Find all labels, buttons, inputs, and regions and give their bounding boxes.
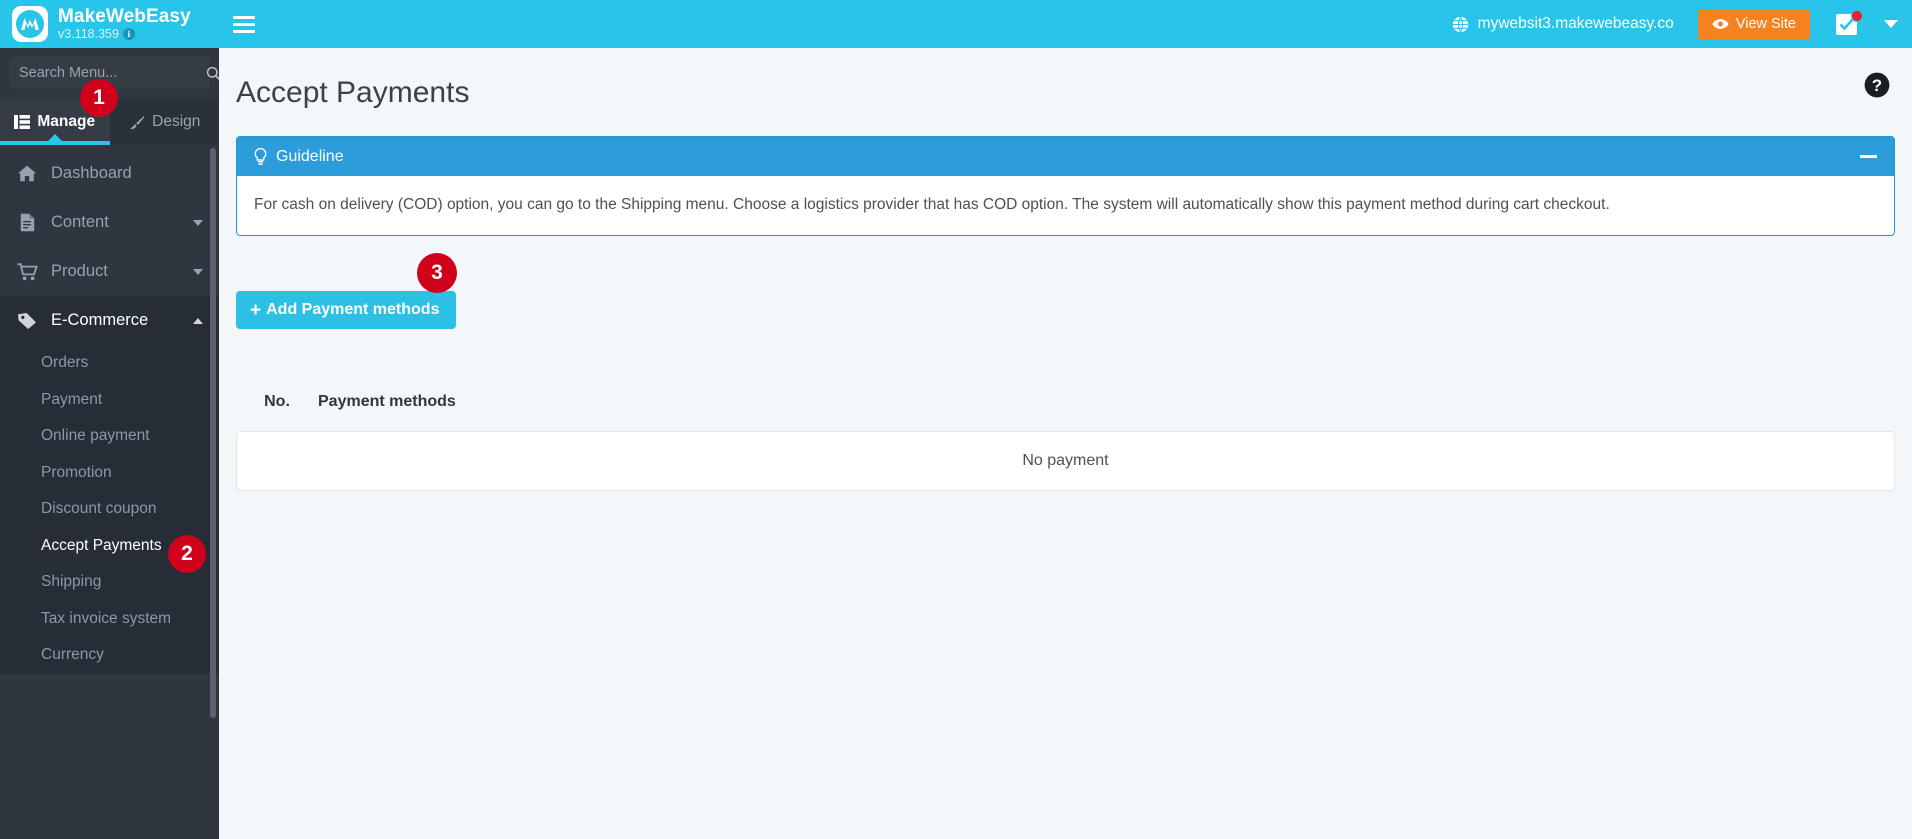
tab-active-arrow-icon — [47, 134, 62, 141]
cart-icon — [16, 262, 38, 281]
info-icon[interactable]: i — [122, 28, 135, 41]
column-header-no: No. — [264, 393, 290, 410]
add-payment-methods-button[interactable]: + Add Payment methods — [236, 291, 457, 329]
header-right-group: mywebsit3.makewebeasy.co View Site — [1452, 0, 1912, 48]
sidebar-item-product[interactable]: Product — [0, 247, 219, 296]
sidebar-item-dashboard-label: Dashboard — [51, 164, 132, 182]
submenu-item-accept-payments-label: Accept Payments — [41, 536, 162, 554]
submenu-item-currency-label: Currency — [41, 646, 104, 664]
submenu-item-payment[interactable]: Payment — [0, 382, 219, 419]
document-icon — [16, 213, 38, 232]
main-content: Accept Payments ? Guideline For cash on … — [219, 48, 1912, 839]
payment-table-empty-row: No payment — [236, 431, 1895, 491]
sidebar: Manage Design Dashboard — [0, 48, 219, 839]
collapse-minus-icon[interactable] — [1860, 155, 1877, 158]
submenu-item-currency[interactable]: Currency — [0, 637, 219, 674]
guideline-panel: Guideline For cash on delivery (COD) opt… — [236, 136, 1895, 236]
chevron-down-icon[interactable] — [193, 219, 203, 226]
page-title: Accept Payments — [236, 76, 470, 109]
submenu-item-payment-label: Payment — [41, 390, 103, 408]
hamburger-menu-icon[interactable] — [227, 7, 261, 41]
version-text: v3.118.359 — [58, 26, 119, 41]
grid-icon — [14, 115, 31, 129]
sidebar-item-dashboard[interactable]: Dashboard — [0, 149, 219, 198]
tab-design-label: Design — [152, 113, 201, 130]
top-header-bar: MakeWebEasy v3.118.359 i mywebsit3.makew… — [0, 0, 1912, 48]
view-site-button[interactable]: View Site — [1697, 8, 1810, 40]
e-commerce-submenu: Orders Payment Online payment Promotion … — [0, 345, 219, 674]
user-menu-chevron-down-icon[interactable] — [1884, 20, 1898, 28]
sidebar-nav: Dashboard Content Product E-Commerce Ord… — [0, 145, 219, 674]
help-icon[interactable]: ? — [1864, 72, 1890, 98]
chevron-down-icon[interactable] — [193, 268, 203, 275]
brand-area[interactable]: MakeWebEasy v3.118.359 i — [0, 0, 219, 48]
step-badge-3: 3 — [417, 253, 457, 293]
brand-name: MakeWebEasy — [58, 5, 191, 27]
submenu-item-discount-coupon-label: Discount coupon — [41, 500, 157, 518]
submenu-item-online-payment-label: Online payment — [41, 427, 150, 445]
submenu-item-tax-invoice-system[interactable]: Tax invoice system — [0, 601, 219, 638]
version-label: v3.118.359 i — [58, 26, 191, 41]
plus-icon: + — [250, 299, 262, 321]
guideline-body: For cash on delivery (COD) option, you c… — [254, 196, 1610, 213]
lightbulb-icon — [254, 147, 267, 165]
notification-badge-dot — [1851, 10, 1863, 22]
sidebar-item-content[interactable]: Content — [0, 198, 219, 247]
brush-icon — [130, 115, 145, 129]
sidebar-item-product-label: Product — [51, 262, 108, 280]
site-url-display[interactable]: mywebsit3.makewebeasy.co — [1452, 15, 1674, 33]
site-url-text: mywebsit3.makewebeasy.co — [1477, 15, 1674, 32]
home-icon — [16, 165, 38, 182]
chevron-up-icon[interactable] — [193, 317, 203, 324]
view-site-label: View Site — [1735, 16, 1796, 32]
submenu-item-orders[interactable]: Orders — [0, 345, 219, 382]
notifications-button[interactable] — [1836, 10, 1863, 37]
submenu-item-discount-coupon[interactable]: Discount coupon — [0, 491, 219, 528]
sidebar-item-e-commerce-label: E-Commerce — [51, 311, 149, 329]
submenu-item-orders-label: Orders — [41, 354, 89, 372]
search-input[interactable] — [19, 65, 206, 81]
sidebar-scrollbar[interactable] — [210, 148, 216, 718]
sidebar-item-content-label: Content — [51, 213, 109, 231]
svg-text:?: ? — [1872, 76, 1882, 95]
add-payment-methods-label: Add Payment methods — [266, 301, 440, 318]
tab-design[interactable]: Design — [109, 99, 219, 145]
step-badge-2: 2 — [168, 535, 206, 573]
eye-icon — [1712, 19, 1729, 29]
submenu-item-promotion[interactable]: Promotion — [0, 455, 219, 492]
payment-table-header: No. Payment methods — [236, 386, 1895, 418]
submenu-item-online-payment[interactable]: Online payment — [0, 418, 219, 455]
globe-icon — [1452, 16, 1468, 33]
step-badge-1: 1 — [80, 79, 118, 117]
submenu-item-shipping-label: Shipping — [41, 573, 102, 591]
search-icon[interactable] — [206, 66, 219, 81]
tag-icon — [16, 312, 38, 330]
guideline-panel-header[interactable]: Guideline — [237, 137, 1894, 176]
submenu-item-promotion-label: Promotion — [41, 463, 112, 481]
submenu-item-tax-invoice-system-label: Tax invoice system — [41, 609, 172, 627]
empty-state-message: No payment — [1022, 452, 1109, 469]
sidebar-item-e-commerce[interactable]: E-Commerce — [0, 296, 219, 345]
guideline-title: Guideline — [276, 147, 344, 165]
makewebeasy-logo-icon — [12, 6, 48, 42]
column-header-payment-methods: Payment methods — [318, 393, 456, 410]
tab-manage-label: Manage — [37, 113, 96, 130]
